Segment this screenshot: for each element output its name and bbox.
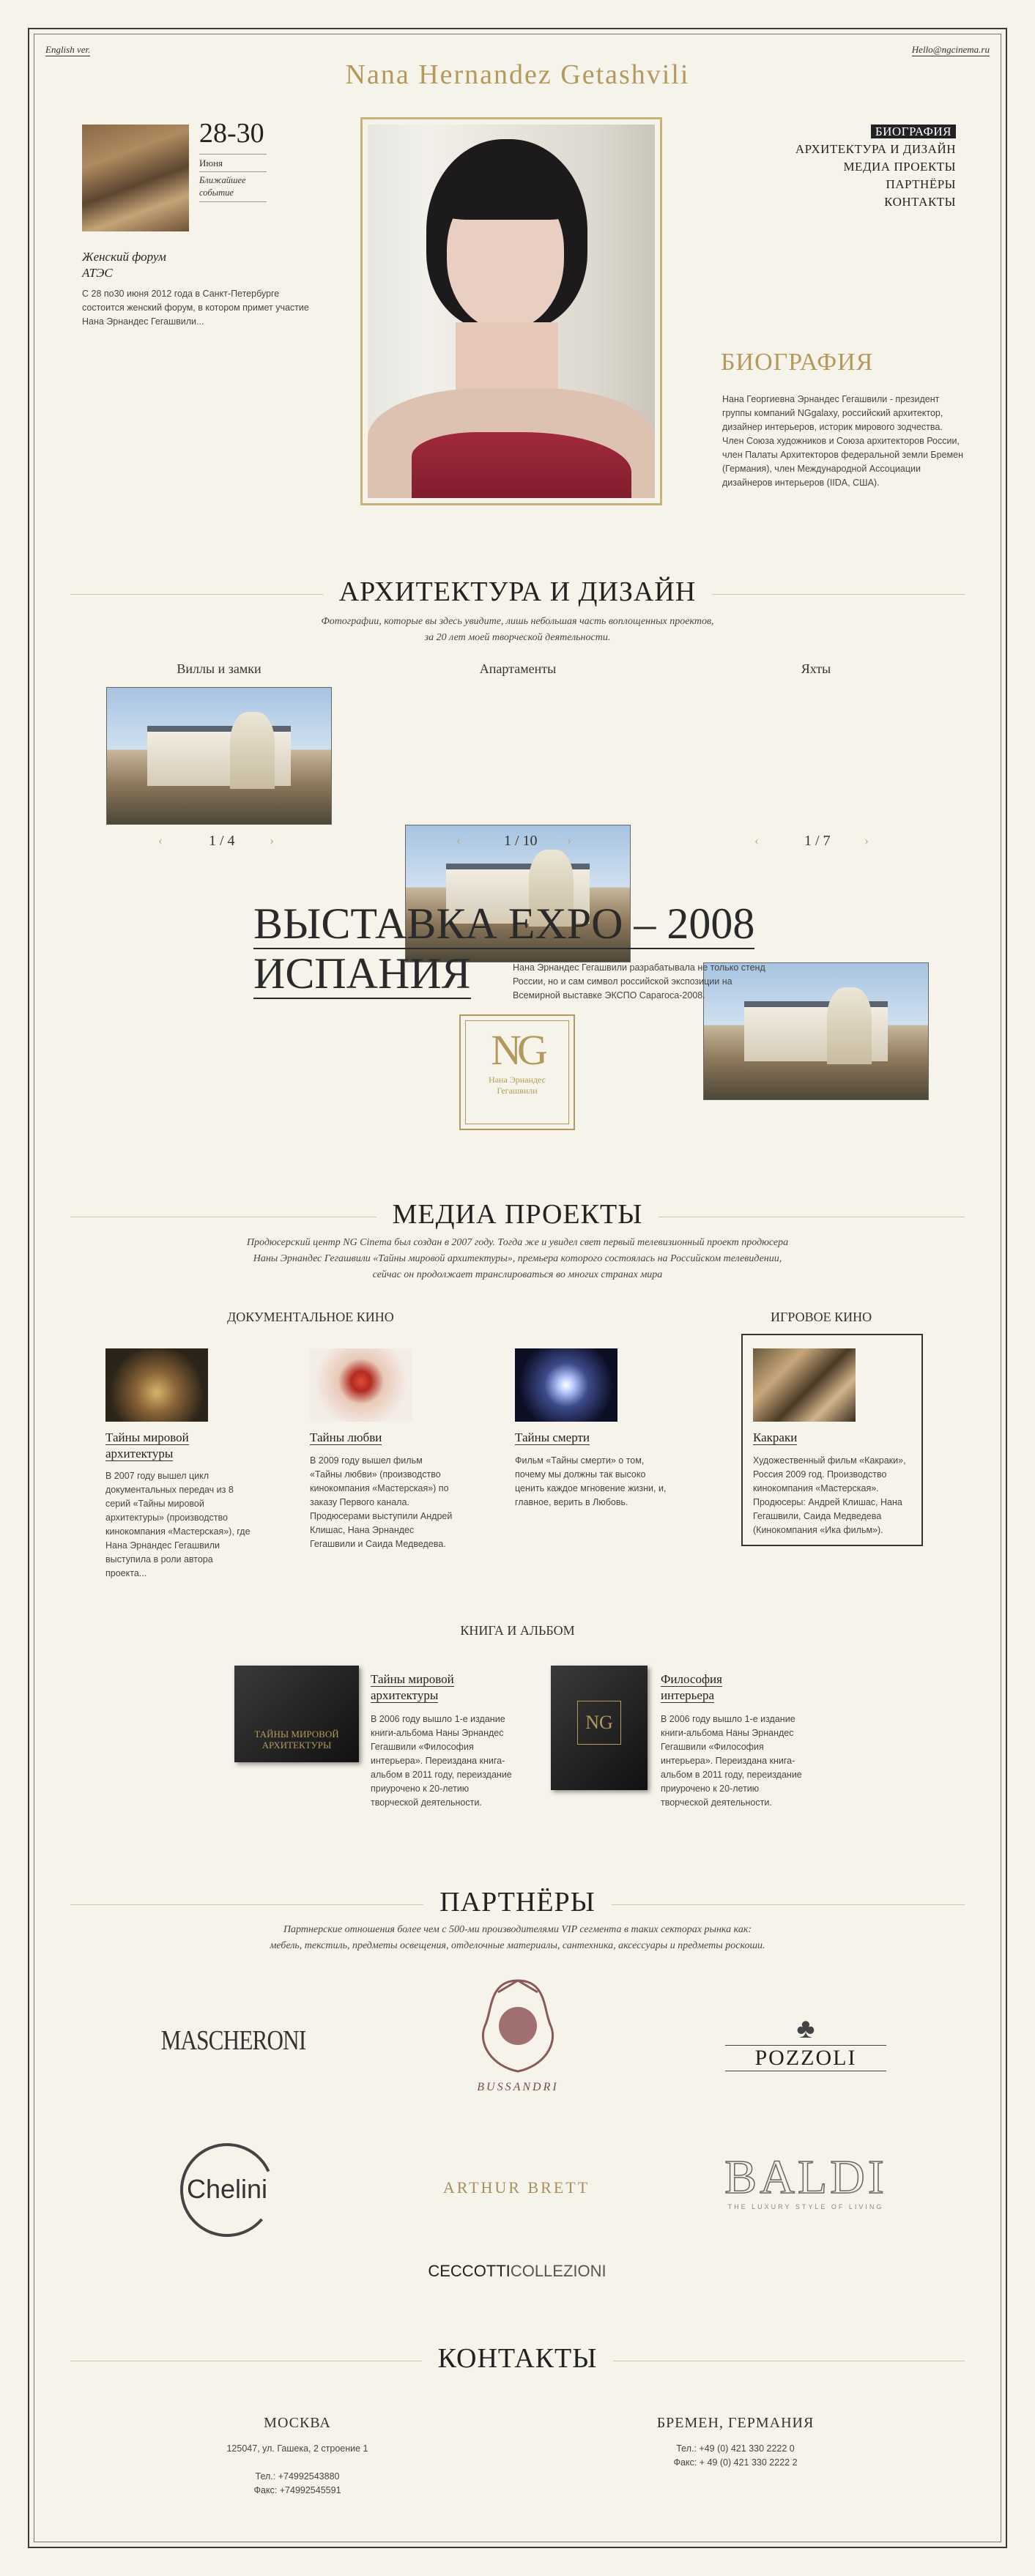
feature-film-heading: ИГРОВОЕ КИНО bbox=[771, 1310, 872, 1324]
english-version-link[interactable]: English ver. bbox=[45, 44, 91, 56]
event-tag: Ближайшее событие bbox=[199, 171, 267, 202]
partner-logo-bussandri[interactable]: BUSSANDRI bbox=[448, 1975, 587, 2114]
contacts-bremen-phone: Тел.: +49 (0) 421 330 2222 0 bbox=[676, 2443, 795, 2454]
contacts-moscow-address: 125047, ул. Гашека, 2 строение 1 bbox=[226, 2443, 368, 2454]
contacts-title: КОНТАКТЫ bbox=[0, 2342, 1035, 2375]
gallery-yachts-next[interactable]: › bbox=[864, 833, 869, 848]
portrait-photo bbox=[368, 125, 655, 498]
gallery-villas-image[interactable] bbox=[106, 687, 332, 825]
film-title[interactable]: Тайны любви bbox=[310, 1430, 427, 1446]
film-thumb-architecture[interactable] bbox=[105, 1348, 208, 1422]
media-title: МЕДИА ПРОЕКТЫ bbox=[0, 1198, 1035, 1231]
partners-title: ПАРТНЁРЫ bbox=[0, 1886, 1035, 1918]
architecture-title: АРХИТЕКТУРА И ДИЗАЙН bbox=[0, 576, 1035, 608]
expo-logo: NG Нана Эрнандес Гегашвили bbox=[459, 1014, 575, 1130]
film-title[interactable]: Тайны смерти bbox=[515, 1430, 632, 1446]
email-link[interactable]: Hello@ngcinema.ru bbox=[911, 44, 990, 56]
event-month: Июня bbox=[199, 154, 267, 169]
partner-logo-arthur-brett[interactable]: ARTHUR BRETT bbox=[410, 2178, 623, 2197]
gallery-villas-counter: 1 / 4 bbox=[209, 833, 235, 849]
expo-text: Нана Эрнандес Гегашвили разрабатывала не… bbox=[513, 962, 765, 1001]
film-thumb-death[interactable] bbox=[515, 1348, 617, 1422]
gallery-villas-next[interactable]: › bbox=[270, 833, 274, 848]
partner-logo-baldi[interactable]: BALDI THE LUXURY STYLE OF LIVING bbox=[718, 2151, 894, 2211]
contacts-moscow-city: МОСКВА bbox=[264, 2415, 331, 2431]
gallery-apartments-caption: Апартаменты bbox=[479, 661, 557, 676]
partner-logo-mascheroni[interactable]: MASCHERONI bbox=[161, 2024, 307, 2057]
site-title: Nana Hernandez Getashvili bbox=[345, 59, 690, 90]
book-text: В 2006 году вышло 1-е издание книги-альб… bbox=[661, 1714, 802, 1808]
film-text: В 2009 году вышел фильм «Тайны любви» (п… bbox=[310, 1455, 453, 1549]
book-title[interactable]: Философия интерьера bbox=[661, 1671, 778, 1704]
gallery-apartments-counter: 1 / 10 bbox=[504, 833, 538, 849]
menu-item-biography[interactable]: БИОГРАФИЯ bbox=[765, 123, 956, 141]
media-subtitle: Продюсерский центр NG Cinema был создан … bbox=[246, 1237, 789, 1280]
portrait-frame bbox=[360, 117, 662, 505]
book-text: В 2006 году вышло 1-е издание книги-альб… bbox=[371, 1714, 512, 1808]
book-cover-architecture[interactable]: ТАЙНЫ МИРОВОЙ АРХИТЕКТУРЫ bbox=[234, 1666, 359, 1762]
menu-item-partners[interactable]: ПАРТНЁРЫ bbox=[765, 176, 956, 193]
bio-title: БИОГРАФИЯ bbox=[721, 349, 874, 376]
film-title[interactable]: Тайны мировой архитектуры bbox=[105, 1430, 223, 1462]
bio-text: Нана Георгиевна Эрнандес Гегашвили - пре… bbox=[722, 394, 963, 488]
event-date: 28-30 bbox=[199, 118, 264, 149]
partners-subtitle: Партнерские отношения более чем с 500-ми… bbox=[270, 1924, 765, 1951]
gallery-apartments-prev[interactable]: ‹ bbox=[456, 833, 461, 848]
contacts-moscow-fax: Факс: +74992545591 bbox=[253, 2485, 341, 2495]
event-title[interactable]: Женский форум АТЭС bbox=[82, 249, 192, 281]
film-title[interactable]: Какраки bbox=[753, 1430, 870, 1446]
gallery-villas-prev[interactable]: ‹ bbox=[158, 833, 163, 848]
menu-item-contacts[interactable]: КОНТАКТЫ bbox=[765, 193, 956, 211]
menu-item-architecture[interactable]: АРХИТЕКТУРА И ДИЗАЙН bbox=[765, 141, 956, 158]
partner-logo-ceccotti[interactable]: CECCOTTICOLLEZIONI bbox=[400, 2262, 634, 2281]
gallery-apartments-next[interactable]: › bbox=[567, 833, 571, 848]
partner-logo-pozzoli[interactable]: ♣ POZZOLI bbox=[725, 2013, 886, 2071]
gallery-villas-caption: Виллы и замки bbox=[177, 661, 261, 676]
gallery-yachts-prev[interactable]: ‹ bbox=[754, 833, 759, 848]
ng-monogram: NG bbox=[491, 1026, 548, 1074]
gallery-yachts-caption: Яхты bbox=[801, 661, 831, 676]
film-text: Художественный фильм «Какраки», Россия 2… bbox=[753, 1455, 906, 1535]
partner-logo-chelini[interactable]: Chelini bbox=[176, 2139, 278, 2241]
event-text: С 28 по30 июня 2012 года в Санкт-Петербу… bbox=[82, 289, 309, 327]
books-heading: КНИГА И АЛЬБОМ bbox=[460, 1623, 575, 1638]
film-text: В 2007 году вышел цикл документальных пе… bbox=[105, 1471, 251, 1578]
contacts-bremen-city: БРЕМЕН, ГЕРМАНИЯ bbox=[656, 2415, 815, 2431]
contacts-bremen-fax: Факс: + 49 (0) 421 330 2222 2 bbox=[673, 2457, 798, 2468]
film-thumb-love[interactable] bbox=[310, 1348, 412, 1422]
book-title[interactable]: Тайны мировой архитектуры bbox=[371, 1671, 488, 1704]
film-text: Фильм «Тайны смерти» о том, почему мы до… bbox=[515, 1455, 667, 1507]
documentary-heading: ДОКУМЕНТАЛЬНОЕ КИНО bbox=[227, 1310, 394, 1324]
contacts-moscow-phone: Тел.: +74992543880 bbox=[255, 2471, 340, 2482]
main-menu: БИОГРАФИЯ АРХИТЕКТУРА И ДИЗАЙН МЕДИА ПРО… bbox=[765, 123, 956, 211]
gallery-yachts-counter: 1 / 7 bbox=[804, 833, 831, 849]
menu-item-media[interactable]: МЕДИА ПРОЕКТЫ bbox=[765, 158, 956, 176]
event-image[interactable] bbox=[82, 125, 189, 231]
book-cover-philosophy[interactable]: NG bbox=[551, 1666, 648, 1790]
architecture-subtitle: Фотографии, которые вы здесь увидите, ли… bbox=[321, 616, 714, 643]
film-thumb-kakraki[interactable] bbox=[753, 1348, 856, 1422]
